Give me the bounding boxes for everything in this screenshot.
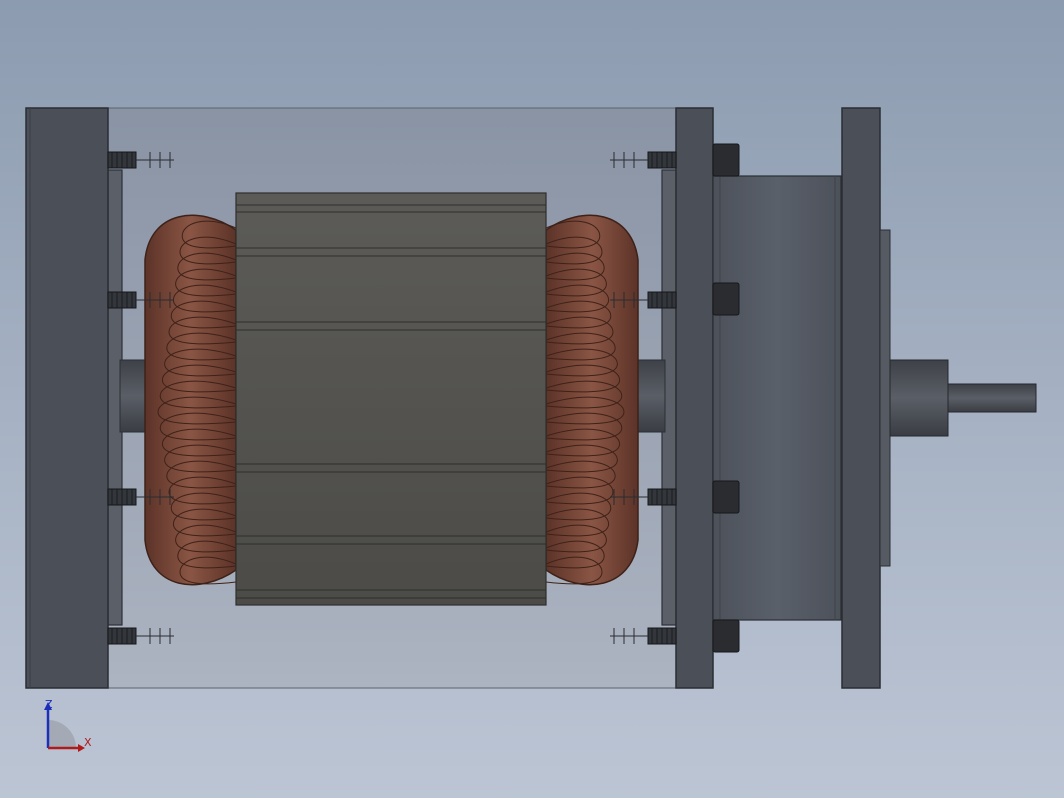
x-axis-label: X [84,736,92,749]
motor-assembly-model[interactable] [0,0,1064,798]
right-end-plate[interactable] [675,107,714,689]
triad-plane [48,720,76,748]
coordinate-triad: Z X [44,698,92,752]
output-shaft-hub[interactable] [889,359,949,437]
mounting-flange[interactable] [841,107,881,689]
flange-housing[interactable] [712,175,842,621]
flange-pilot[interactable] [879,229,891,567]
z-axis-label: Z [45,698,53,711]
cad-graphics-viewport[interactable]: Z X [0,0,1064,798]
stator-core[interactable] [235,192,547,606]
left-end-plate[interactable] [25,107,109,689]
right-end-winding[interactable] [545,214,639,586]
output-shaft[interactable] [947,383,1037,413]
left-end-winding[interactable] [144,214,237,586]
